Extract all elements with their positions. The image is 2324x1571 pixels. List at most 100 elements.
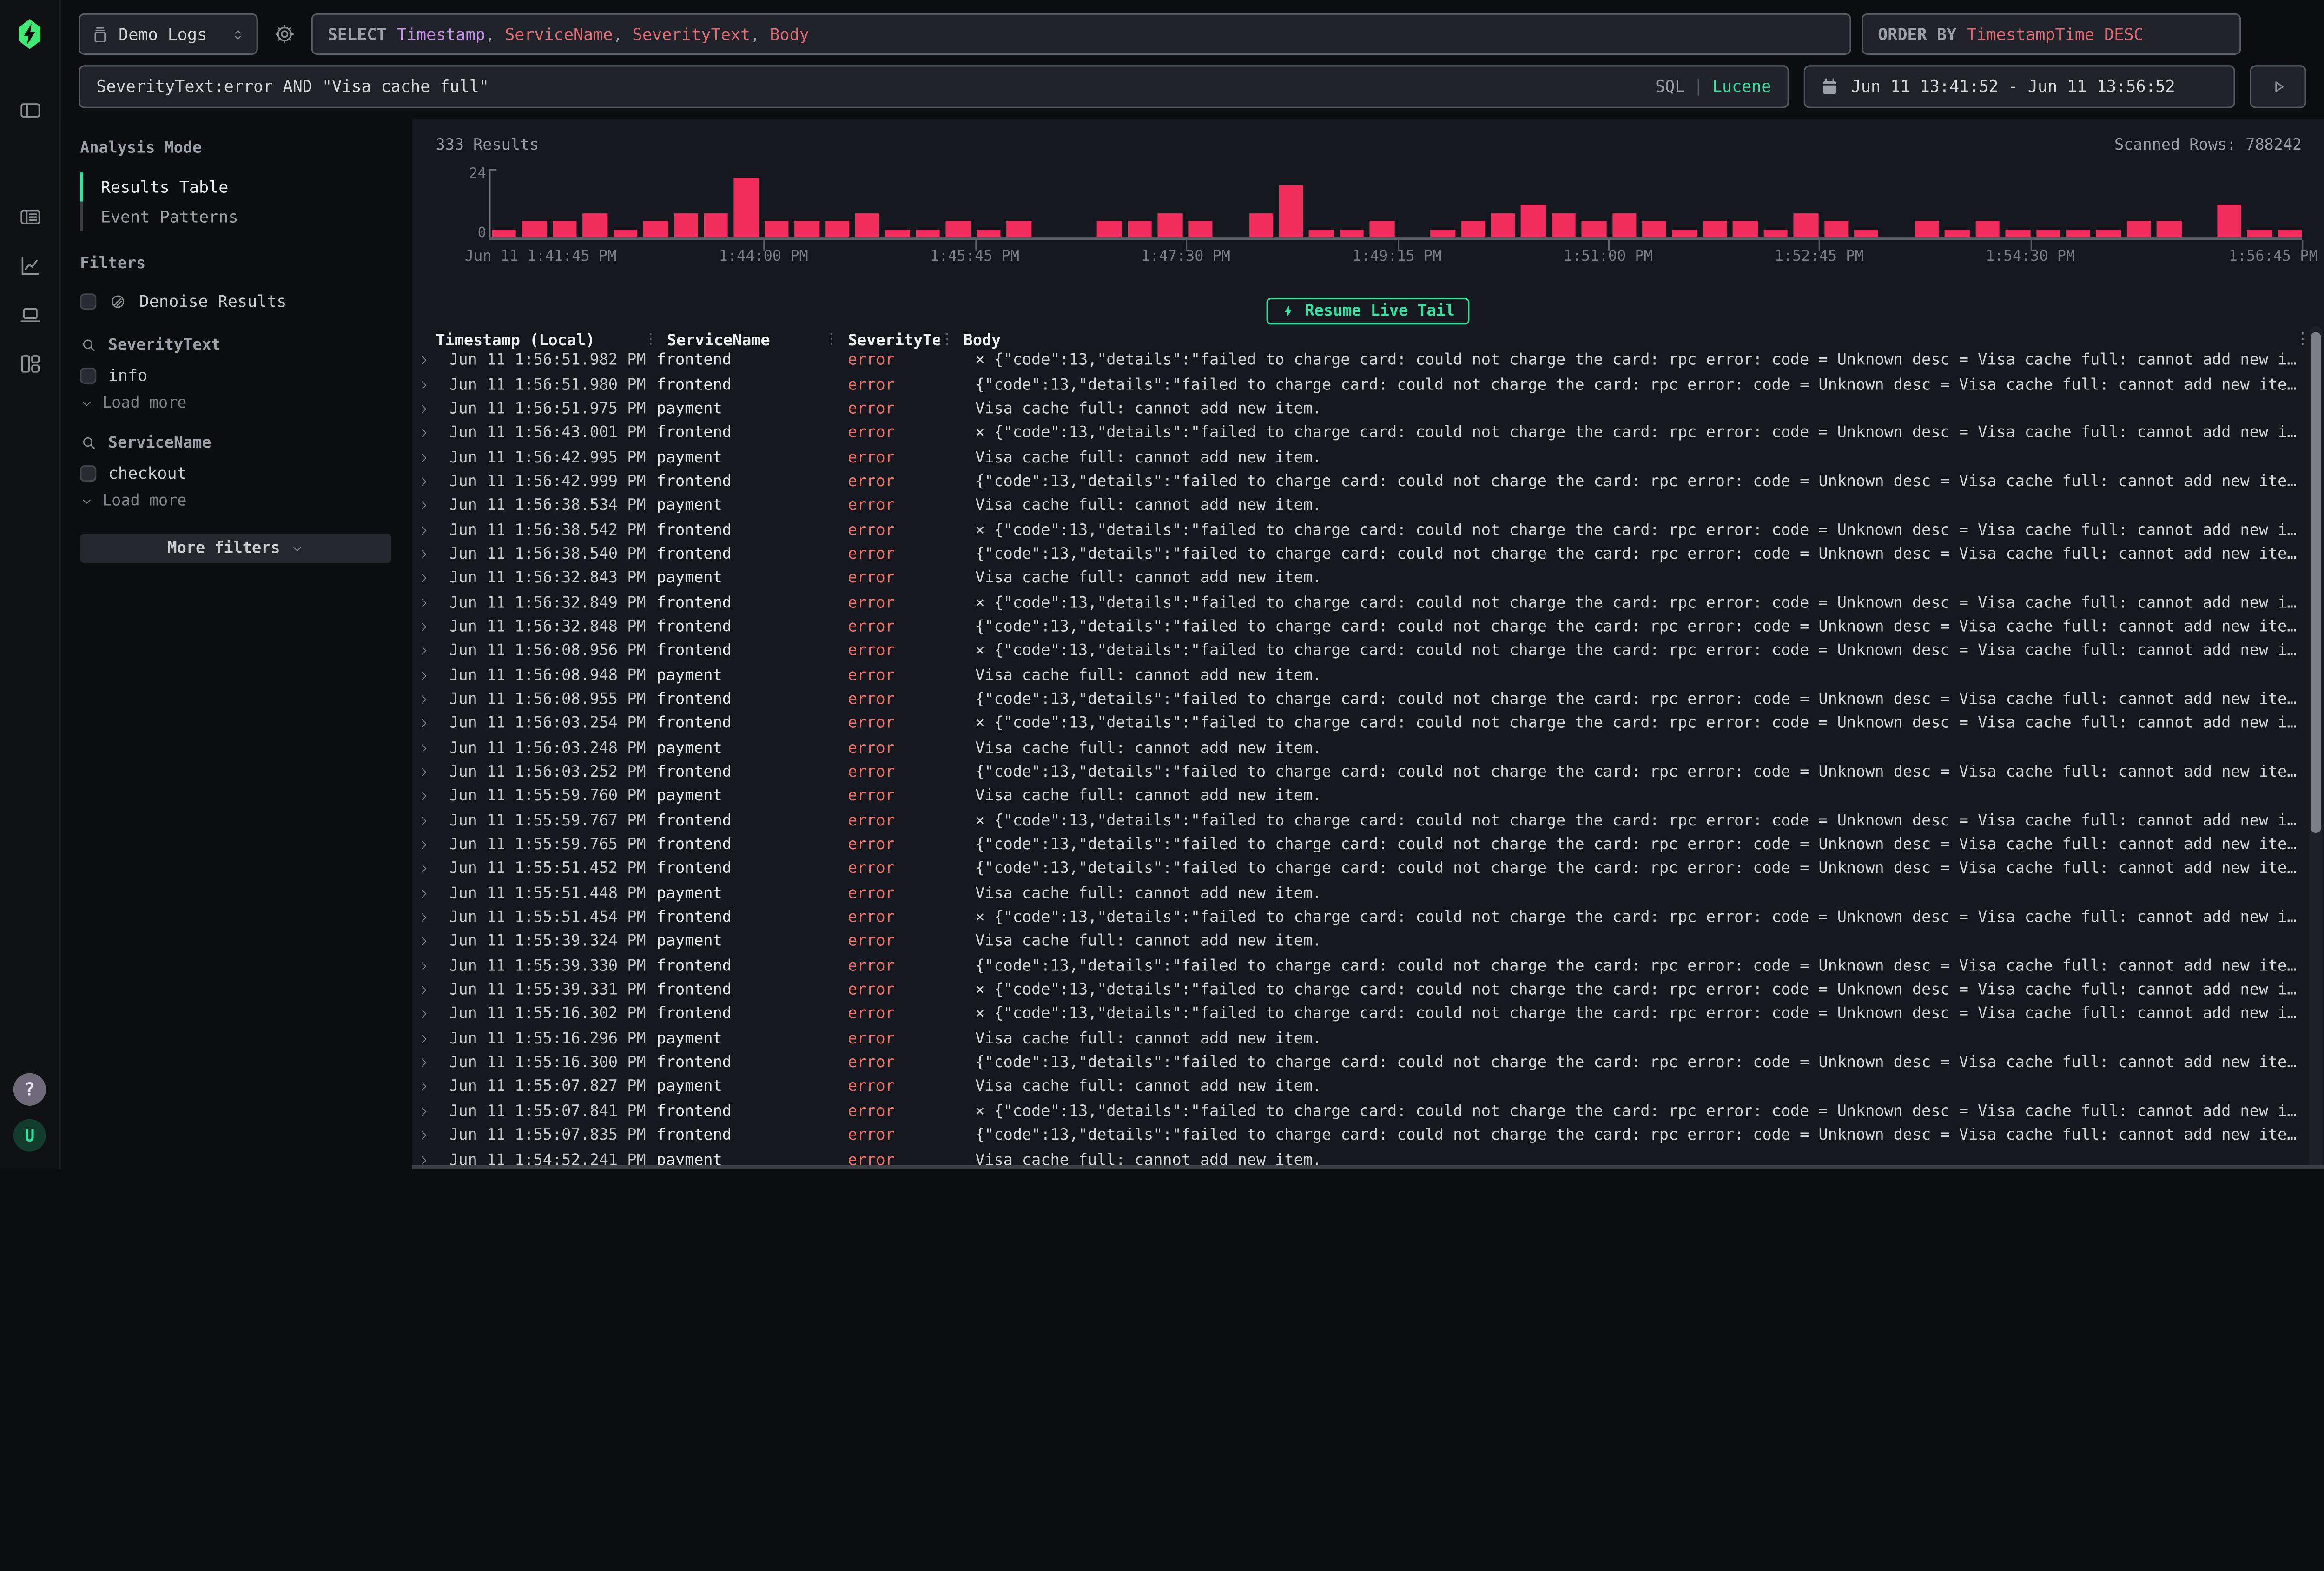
log-row[interactable]: Jun 11 1:56:43.001 PM frontend error × {… xyxy=(412,421,2304,445)
expand-row-chevron-icon[interactable] xyxy=(412,597,436,609)
expand-row-chevron-icon[interactable] xyxy=(412,839,436,851)
histogram-bar[interactable] xyxy=(734,178,759,238)
log-row[interactable]: Jun 11 1:55:07.835 PM frontend error {"c… xyxy=(412,1123,2304,1148)
histogram-bar[interactable] xyxy=(1340,229,1364,238)
histogram-bar[interactable] xyxy=(2066,229,2090,238)
histogram-bar[interactable] xyxy=(1915,221,1939,237)
expand-row-chevron-icon[interactable] xyxy=(412,1033,436,1045)
histogram-bar[interactable] xyxy=(977,229,1001,238)
expand-row-chevron-icon[interactable] xyxy=(412,887,436,899)
log-row[interactable]: Jun 11 1:56:32.843 PM payment error Visa… xyxy=(412,566,2304,590)
col-servicename[interactable]: ⋮ServiceName xyxy=(643,331,824,349)
histogram-bar[interactable] xyxy=(1097,221,1122,237)
log-row[interactable]: Jun 11 1:56:03.254 PM frontend error × {… xyxy=(412,712,2304,736)
histogram-bar[interactable] xyxy=(946,221,970,237)
search-input[interactable] xyxy=(96,77,1643,96)
histogram-bar[interactable] xyxy=(1672,229,1697,238)
search-logs-icon[interactable] xyxy=(13,200,46,232)
scrollbar-thumb[interactable] xyxy=(2311,332,2321,833)
log-row[interactable]: Jun 11 1:56:42.999 PM frontend error {"c… xyxy=(412,469,2304,494)
histogram-bar[interactable] xyxy=(795,221,819,237)
lucene-mode-button[interactable]: Lucene xyxy=(1712,77,1771,96)
expand-row-chevron-icon[interactable] xyxy=(412,936,436,948)
log-row[interactable]: Jun 11 1:56:08.956 PM frontend error × {… xyxy=(412,639,2304,663)
histogram-bar[interactable] xyxy=(1249,213,1273,238)
log-row[interactable]: Jun 11 1:56:51.982 PM frontend error × {… xyxy=(412,348,2304,372)
expand-row-chevron-icon[interactable] xyxy=(412,815,436,827)
column-separator-icon[interactable]: ⋮ xyxy=(824,332,839,348)
table-options-icon[interactable]: ⋮ xyxy=(2294,329,2311,348)
load-more-severitytext[interactable]: Load more xyxy=(80,391,391,415)
log-row[interactable]: Jun 11 1:56:32.848 PM frontend error {"c… xyxy=(412,615,2304,639)
log-row[interactable]: Jun 11 1:54:52.241 PM payment error Visa… xyxy=(412,1148,2304,1165)
expand-row-chevron-icon[interactable] xyxy=(412,1009,436,1021)
expand-row-chevron-icon[interactable] xyxy=(412,621,436,633)
log-row[interactable]: Jun 11 1:56:51.975 PM payment error Visa… xyxy=(412,397,2304,421)
histogram-bar[interactable] xyxy=(492,229,516,238)
source-settings-gear-icon[interactable] xyxy=(268,18,301,50)
histogram-bar[interactable] xyxy=(1279,185,1303,237)
expand-row-chevron-icon[interactable] xyxy=(412,911,436,924)
histogram-bar[interactable] xyxy=(1007,221,1031,237)
histogram-bar[interactable] xyxy=(613,229,637,238)
expand-row-chevron-icon[interactable] xyxy=(412,1154,436,1165)
vertical-scrollbar[interactable] xyxy=(2309,326,2323,1169)
log-row[interactable]: Jun 11 1:55:51.454 PM frontend error × {… xyxy=(412,905,2304,930)
run-query-button[interactable] xyxy=(2250,65,2306,108)
histogram-bar[interactable] xyxy=(1461,221,1485,237)
resume-live-tail-button[interactable]: Resume Live Tail xyxy=(1267,298,1470,324)
histogram-bar[interactable] xyxy=(1552,213,1576,238)
user-avatar[interactable]: U xyxy=(13,1119,46,1152)
log-row[interactable]: Jun 11 1:55:07.841 PM frontend error × {… xyxy=(412,1099,2304,1123)
histogram-bar[interactable] xyxy=(1370,221,1394,237)
mode-results-table[interactable]: Results Table xyxy=(80,172,391,202)
panel-toggle-icon[interactable] xyxy=(13,93,46,126)
histogram-bar[interactable] xyxy=(2006,229,2030,238)
histogram-bar[interactable] xyxy=(1824,221,1848,237)
time-range-picker[interactable]: Jun 11 13:41:52 - Jun 11 13:56:52 xyxy=(1804,65,2235,108)
histogram-bar[interactable] xyxy=(1763,229,1788,238)
help-button[interactable]: ? xyxy=(13,1073,46,1106)
histogram-bar[interactable] xyxy=(916,229,940,238)
mode-event-patterns[interactable]: Event Patterns xyxy=(80,202,391,231)
histogram-bar[interactable] xyxy=(522,221,547,237)
expand-row-chevron-icon[interactable] xyxy=(412,1057,436,1069)
denoise-results-toggle[interactable]: Denoise Results xyxy=(80,288,391,314)
histogram-bar[interactable] xyxy=(855,213,879,238)
log-row[interactable]: Jun 11 1:55:39.330 PM frontend error {"c… xyxy=(412,954,2304,978)
log-row[interactable]: Jun 11 1:55:39.324 PM payment error Visa… xyxy=(412,930,2304,954)
expand-row-chevron-icon[interactable] xyxy=(412,742,436,754)
histogram-bar[interactable] xyxy=(1975,221,2000,237)
log-row[interactable]: Jun 11 1:55:59.767 PM frontend error × {… xyxy=(412,809,2304,833)
source-select[interactable]: Demo Logs xyxy=(79,13,258,55)
histogram-bar[interactable] xyxy=(1612,213,1636,238)
log-row[interactable]: Jun 11 1:56:03.248 PM payment error Visa… xyxy=(412,736,2304,760)
filter-option-info[interactable]: info xyxy=(80,362,391,388)
histogram-bar[interactable] xyxy=(2278,229,2302,238)
filter-option-checkout[interactable]: checkout xyxy=(80,460,391,486)
histogram-bar[interactable] xyxy=(1703,221,1727,237)
histogram-bar[interactable] xyxy=(1854,229,1878,238)
histogram-bar[interactable] xyxy=(1521,205,1545,237)
log-row[interactable]: Jun 11 1:56:38.542 PM frontend error × {… xyxy=(412,518,2304,542)
log-row[interactable]: Jun 11 1:56:08.948 PM payment error Visa… xyxy=(412,663,2304,687)
histogram-bar[interactable] xyxy=(2218,205,2242,237)
expand-row-chevron-icon[interactable] xyxy=(412,548,436,561)
expand-row-chevron-icon[interactable] xyxy=(412,1129,436,1142)
expand-row-chevron-icon[interactable] xyxy=(412,1081,436,1093)
col-timestamp[interactable]: Timestamp (Local) xyxy=(436,331,643,349)
expand-row-chevron-icon[interactable] xyxy=(412,403,436,415)
histogram-bar[interactable] xyxy=(553,221,577,237)
column-separator-icon[interactable]: ⋮ xyxy=(643,332,658,348)
log-row[interactable]: Jun 11 1:56:38.534 PM payment error Visa… xyxy=(412,494,2304,518)
log-row[interactable]: Jun 11 1:56:03.252 PM frontend error {"c… xyxy=(412,760,2304,784)
log-row[interactable]: Jun 11 1:56:08.955 PM frontend error {"c… xyxy=(412,687,2304,712)
histogram-bar[interactable] xyxy=(1188,221,1212,237)
log-row[interactable]: Jun 11 1:55:16.296 PM payment error Visa… xyxy=(412,1027,2304,1051)
log-row[interactable]: Jun 11 1:56:42.995 PM payment error Visa… xyxy=(412,445,2304,469)
expand-row-chevron-icon[interactable] xyxy=(412,524,436,536)
info-checkbox[interactable] xyxy=(80,367,96,383)
log-row[interactable]: Jun 11 1:55:51.452 PM frontend error {"c… xyxy=(412,857,2304,881)
sql-mode-button[interactable]: SQL xyxy=(1655,77,1684,96)
expand-row-chevron-icon[interactable] xyxy=(412,427,436,439)
